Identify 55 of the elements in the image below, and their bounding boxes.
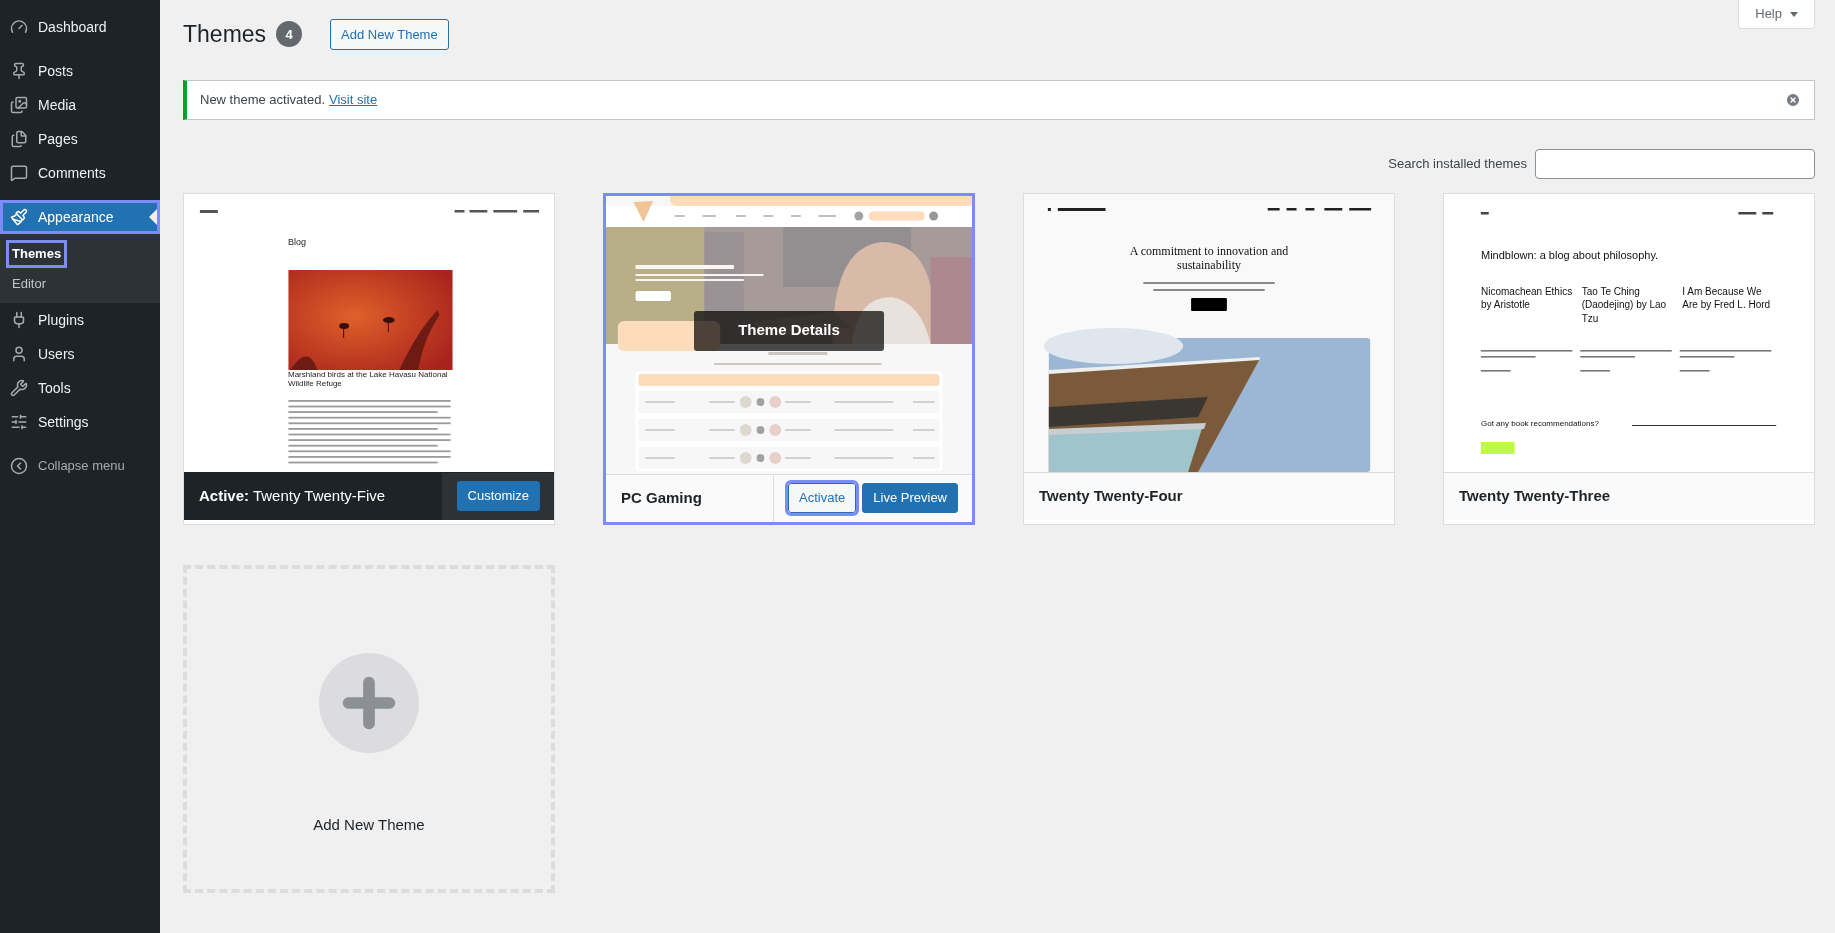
menu-icon bbox=[10, 413, 28, 431]
menu-icon bbox=[10, 345, 28, 363]
hero-heading: A commitment to innovation and sustainability bbox=[1128, 243, 1290, 273]
submenu-item[interactable]: Themes bbox=[6, 240, 68, 268]
dismiss-icon[interactable] bbox=[1785, 91, 1801, 108]
visit-site-link[interactable]: Visit site bbox=[329, 89, 378, 110]
menu-item[interactable]: Comments bbox=[0, 156, 160, 190]
post-title: Nicomachean Ethics by Aristotle bbox=[1481, 284, 1574, 312]
collapse-menu-button[interactable]: Collapse menu bbox=[0, 449, 160, 483]
caret-icon bbox=[1790, 11, 1798, 17]
help-tab[interactable]: Help bbox=[1738, 0, 1815, 29]
menu-item[interactable]: Plugins bbox=[0, 303, 160, 337]
menu-item[interactable]: Users bbox=[0, 337, 160, 371]
submenu-item[interactable]: Editor bbox=[6, 269, 52, 297]
page-heading: Blog bbox=[288, 237, 307, 247]
menu-icon bbox=[10, 164, 28, 182]
menu-icon bbox=[10, 379, 28, 397]
add-new-theme-label: Add New Theme bbox=[313, 814, 425, 835]
menu-icon bbox=[10, 96, 28, 114]
menu-item[interactable]: Appearance bbox=[0, 200, 160, 234]
page-title: Themes bbox=[183, 20, 267, 49]
menu-item[interactable]: Pages bbox=[0, 122, 160, 156]
search-field[interactable] bbox=[1535, 148, 1815, 179]
secondary-button[interactable]: Activate bbox=[788, 483, 857, 513]
primary-button[interactable]: Customize bbox=[456, 481, 540, 511]
menu-item[interactable]: Settings bbox=[0, 405, 160, 439]
menu-icon bbox=[10, 18, 28, 36]
theme-card[interactable]: Blog Marshland birds at the Lake Havasu National Wildlife Refuge Active: Twenty Twenty-Five Customize bbox=[183, 192, 555, 525]
cta-text: Got any book recommendations? bbox=[1481, 417, 1600, 430]
menu-icon bbox=[10, 208, 28, 226]
post-title: Tao Te Ching (Daodejing) by Lao Tzu bbox=[1581, 284, 1668, 326]
theme-name: PC Gaming bbox=[621, 488, 702, 506]
collapse-icon bbox=[10, 457, 28, 475]
theme-name: Active: Twenty Twenty-Five bbox=[199, 486, 386, 504]
post-title: I Am Because We Are by Fred L. Hord bbox=[1682, 284, 1772, 312]
menu-item[interactable]: Media bbox=[0, 88, 160, 122]
theme-details-button[interactable]: Theme Details bbox=[694, 310, 884, 351]
theme-name: Twenty Twenty-Four bbox=[1039, 486, 1183, 504]
current-arrow-icon bbox=[149, 209, 157, 225]
add-new-theme-button[interactable]: Add New Theme bbox=[330, 18, 449, 50]
search-label: Search installed themes bbox=[1388, 154, 1527, 173]
menu-icon bbox=[10, 130, 28, 148]
theme-card[interactable]: Theme Details PC Gaming Activate Live Preview bbox=[603, 192, 975, 525]
theme-card[interactable]: A commitment to innovation and sustainability Twenty Twenty-Four bbox=[1023, 192, 1395, 525]
menu-item[interactable]: Posts bbox=[0, 54, 160, 88]
page-heading: Mindblown: a blog about philosophy. bbox=[1481, 249, 1660, 261]
theme-name: Twenty Twenty-Three bbox=[1459, 486, 1611, 504]
menu-icon bbox=[10, 62, 28, 80]
count-badge: 4 bbox=[276, 21, 303, 48]
theme-card[interactable]: Mindblown: a blog about philosophy. Nicomachean Ethics by Aristotle Tao Te Ching (Daodejing) by Lao Tzu I Am Because We Are by Fred L. Hord Got any book recommendations? Twenty Twenty-Three bbox=[1443, 192, 1815, 525]
menu-item[interactable]: Dashboard bbox=[0, 10, 160, 44]
primary-button[interactable]: Live Preview bbox=[862, 483, 958, 513]
notice-text: New theme activated. bbox=[200, 90, 325, 109]
add-new-theme-card[interactable]: Add New Theme bbox=[183, 564, 555, 893]
menu-item[interactable]: Tools bbox=[0, 371, 160, 405]
